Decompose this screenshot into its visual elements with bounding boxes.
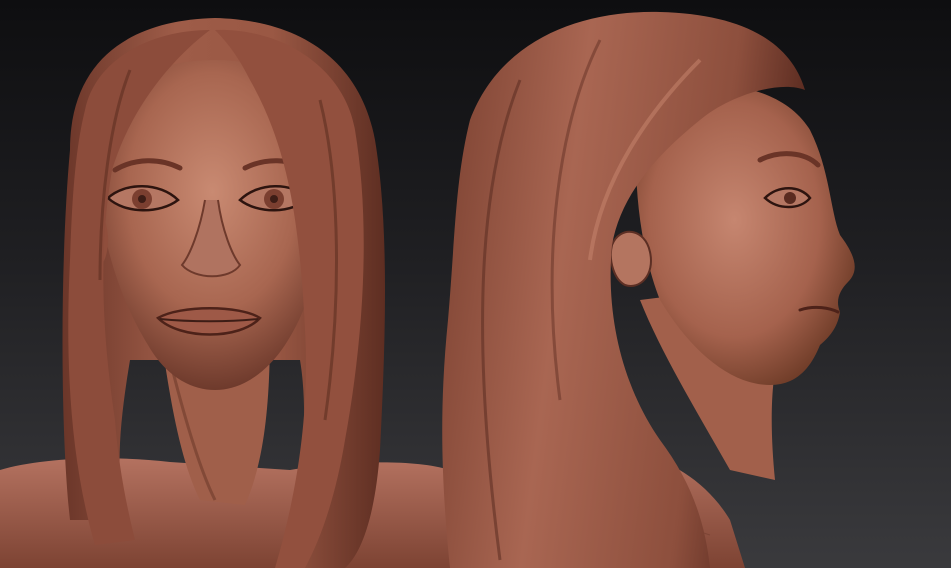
side-ear xyxy=(609,230,652,287)
front-view xyxy=(0,18,455,568)
sculpt-viewport xyxy=(0,0,951,568)
sculpt-render xyxy=(0,11,855,568)
side-view xyxy=(442,11,855,568)
